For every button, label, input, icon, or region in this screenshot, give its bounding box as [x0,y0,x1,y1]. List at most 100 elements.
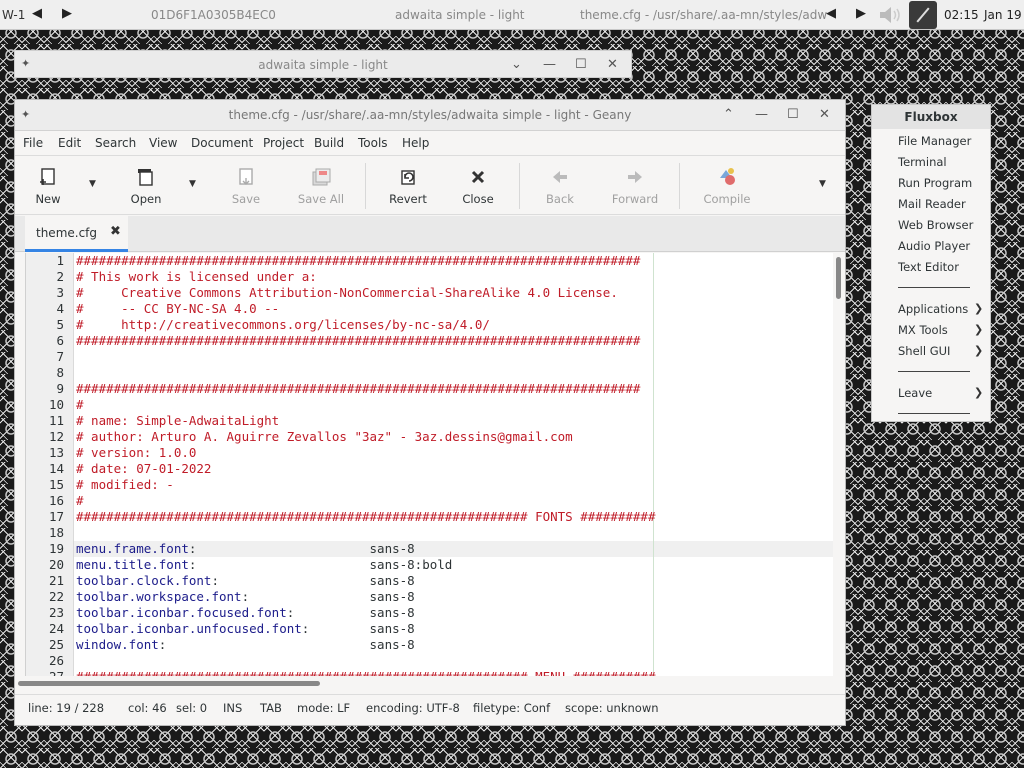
menu-item-leave[interactable]: Leave [898,386,932,400]
comment-text: ########################################… [76,509,656,524]
code-line: toolbar.iconbar.focused.font: sans-8 [76,605,415,620]
status-filetype: filetype: Conf [473,701,551,715]
close-button[interactable]: ✕ [607,57,618,72]
next-workspace-button[interactable]: ▶ [62,6,72,21]
code-line: # [76,493,84,508]
new-dropdown-arrow[interactable]: ▼ [89,179,96,189]
menu-help[interactable]: Help [402,136,429,150]
menu-search[interactable]: Search [95,136,136,150]
save-button[interactable]: Save [223,157,269,215]
status-tab: TAB [260,701,282,715]
line-number: 21 [48,573,64,588]
line-number: 10 [48,397,64,412]
new-file-icon [40,168,55,185]
top-panel: W-1 ◀ ▶ 01D6F1A0305B4EC0 adwaita simple … [0,0,1024,30]
config-key: menu.frame.font [76,541,189,556]
chevron-right-icon: ❯ [974,323,984,336]
menu-item-shell-gui[interactable]: Shell GUI [898,344,950,358]
prev-workspace-button[interactable]: ◀ [32,6,42,21]
compile-button[interactable]: Compile [699,157,755,215]
menu-item-mx-tools[interactable]: MX Tools [898,323,948,337]
horizontal-scrollbar[interactable] [15,676,833,688]
minimize-button[interactable]: — [755,107,768,122]
fluxbox-root-menu: Fluxbox File Manager Terminal Run Progra… [871,104,991,422]
shade-button[interactable]: ⌃ [723,107,734,122]
code-line: # -- CC BY-NC-SA 4.0 -- [76,301,279,316]
config-value: sans-8 [369,573,415,588]
geany-titlebar[interactable]: ✦ theme.cfg - /usr/share/.aa-mn/styles/a… [15,100,845,131]
config-value: sans-8 [369,637,415,652]
comment-text: # [76,397,84,412]
comment-text: # modified: - [76,477,174,492]
line-number: 26 [48,653,64,668]
adwaita-window-titlebar[interactable]: ✦ adwaita simple - light ⌄ — ☐ ✕ [14,50,632,78]
forward-button[interactable]: Forward [607,157,663,215]
comment-text: ########################################… [76,669,655,676]
window-id-label[interactable]: 01D6F1A0305B4EC0 [151,8,276,22]
code-line: # http://creativecommons.org/licenses/by… [76,317,490,332]
menu-item-applications[interactable]: Applications [898,302,968,316]
long-line-marker [653,253,654,676]
line-number: 4 [56,301,64,316]
menu-separator [898,371,970,372]
comment-text: # author: Arturo A. Aguirre Zevallos "3a… [76,429,573,444]
menu-item-audio-player[interactable]: Audio Player [898,239,970,253]
menu-item-terminal[interactable]: Terminal [898,155,947,169]
tab-theme-cfg[interactable]: theme.cfg ✖ [25,216,128,252]
taskbar-item-adwaita[interactable]: adwaita simple - light [395,8,525,22]
code-line: toolbar.iconbar.unfocused.font: sans-8 [76,621,415,636]
tray-app-icon[interactable] [909,1,937,29]
next-window-button[interactable]: ▶ [856,6,866,21]
code-line: # date: 07-01-2022 [76,461,211,476]
toolbar-overflow-arrow[interactable]: ▼ [819,179,826,189]
code-line: ########################################… [76,333,640,348]
vertical-scrollbar[interactable] [833,253,845,676]
comment-text: ########################################… [76,333,641,348]
minimize-button[interactable]: — [543,57,556,72]
code-editor[interactable]: 1 2 3 4 5 6 7 8 9 10 11 12 13 14 15 16 17 18 19 20 21 22 23 24 2… [25,253,833,676]
menu-item-run-program[interactable]: Run Program [898,176,972,190]
menu-item-file-manager[interactable]: File Manager [898,134,971,148]
line-number: 8 [56,365,64,380]
maximize-button[interactable]: ☐ [787,107,799,122]
date: Jan 19 [984,8,1022,22]
new-button[interactable]: New [25,157,71,215]
line-number: 20 [48,557,64,572]
revert-button[interactable]: Revert [383,157,433,215]
back-button[interactable]: Back [537,157,583,215]
workspace-name[interactable]: W-1 [2,8,25,22]
config-key: toolbar.iconbar.focused.font [76,605,287,620]
menu-edit[interactable]: Edit [58,136,81,150]
chevron-right-icon: ❯ [974,344,984,357]
menu-file[interactable]: File [23,136,43,150]
close-file-button[interactable]: Close [455,157,501,215]
menu-item-web-browser[interactable]: Web Browser [898,218,973,232]
save-all-button[interactable]: Save All [293,157,349,215]
horizontal-scroll-thumb[interactable] [18,681,320,686]
config-value: : [286,605,370,620]
close-button[interactable]: ✕ [819,107,830,122]
menu-item-mail-reader[interactable]: Mail Reader [898,197,966,211]
menu-bar: File Edit Search View Document Project B… [15,131,845,156]
menu-build[interactable]: Build [314,136,344,150]
menu-project[interactable]: Project [263,136,304,150]
taskbar-item-geany[interactable]: theme.cfg - /usr/share/.aa-mn/styles/adw [580,8,827,22]
line-number: 15 [48,477,64,492]
code-line: menu.title.font: sans-8:bold [76,557,452,572]
toolbar-separator [519,163,520,209]
menu-tools[interactable]: Tools [358,136,388,150]
menu-item-text-editor[interactable]: Text Editor [898,260,959,274]
save-icon [239,168,253,185]
open-dropdown-arrow[interactable]: ▼ [189,179,196,189]
shade-button[interactable]: ⌄ [511,57,522,72]
menu-view[interactable]: View [149,136,177,150]
menu-document[interactable]: Document [191,136,253,150]
maximize-button[interactable]: ☐ [575,57,587,72]
volume-icon[interactable] [878,5,904,25]
vertical-scroll-thumb[interactable] [836,257,841,299]
line-number: 27 [26,669,64,676]
tab-close-icon[interactable]: ✖ [110,224,121,239]
prev-window-button[interactable]: ◀ [826,6,836,21]
comment-text: # This work is licensed under a: [76,269,317,284]
open-button[interactable]: Open [123,157,169,215]
